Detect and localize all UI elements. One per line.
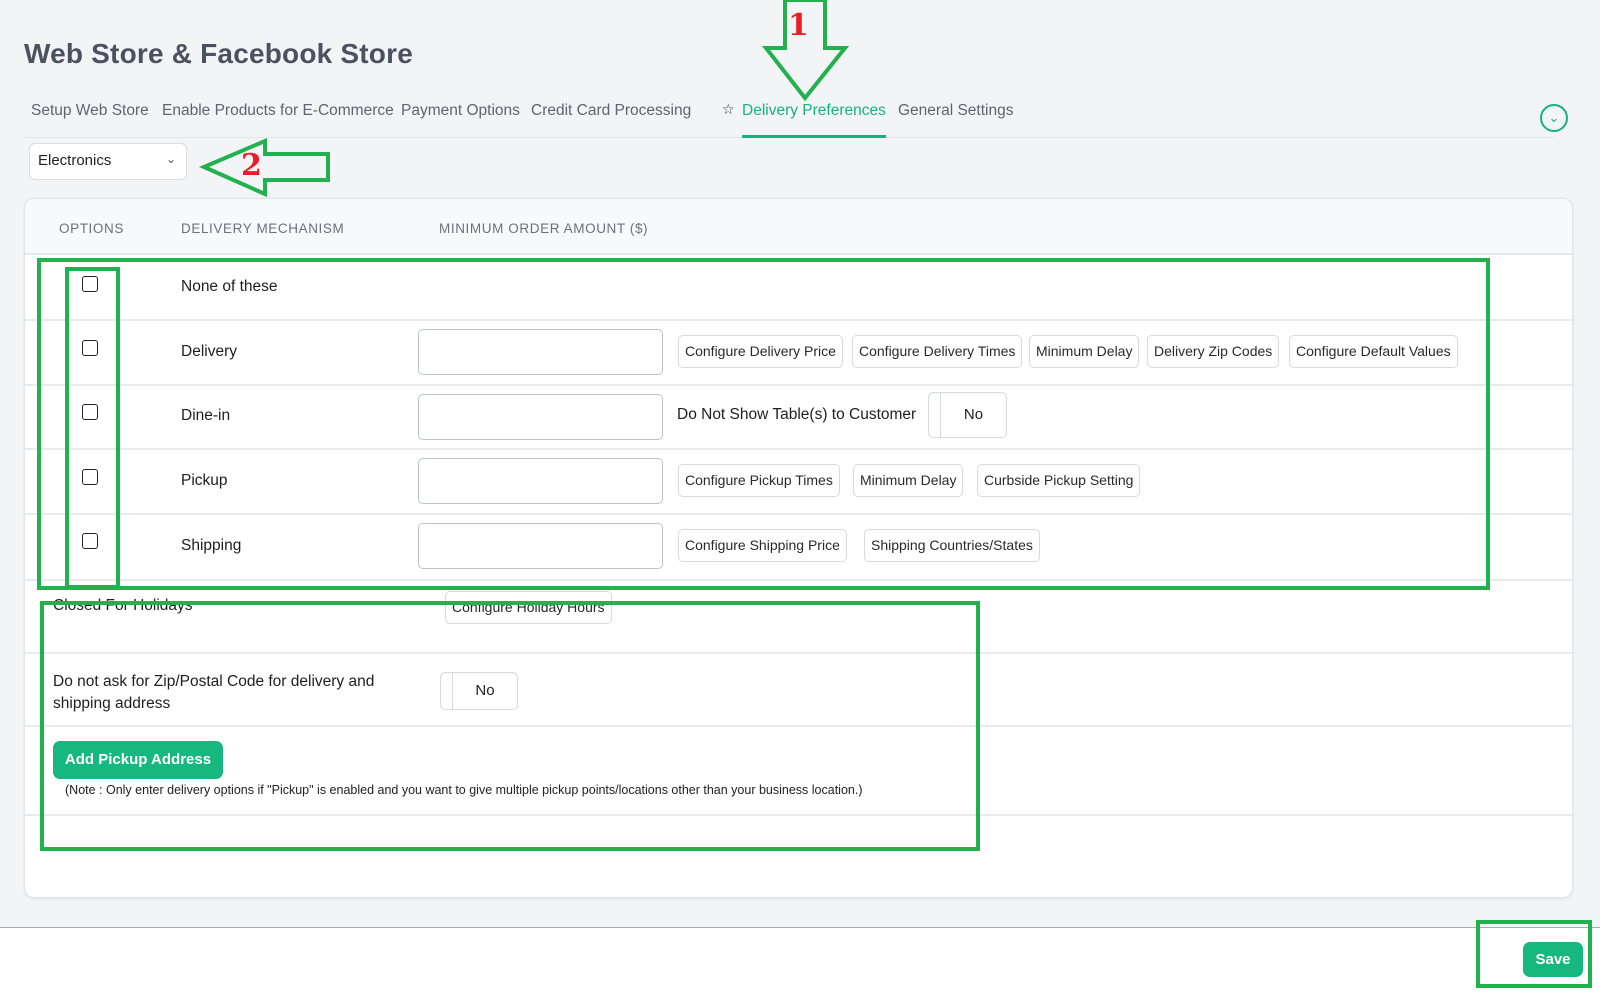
save-button[interactable]: Save xyxy=(1523,942,1583,977)
header-options: OPTIONS xyxy=(59,221,124,236)
checkbox-pickup[interactable] xyxy=(82,469,98,485)
configure-default-values-button[interactable]: Configure Default Values xyxy=(1289,335,1458,368)
configure-shipping-price-button[interactable]: Configure Shipping Price xyxy=(678,529,847,562)
toggle-knob xyxy=(441,673,453,709)
table-row-dine-in: Dine-in Do Not Show Table(s) to Customer… xyxy=(25,386,1572,450)
table-row-none: None of these xyxy=(25,255,1572,321)
hide-tables-label: Do Not Show Table(s) to Customer xyxy=(677,406,917,423)
toggle-label: No xyxy=(475,682,495,699)
curbside-pickup-setting-button[interactable]: Curbside Pickup Setting xyxy=(977,464,1141,497)
minimum-delay-button[interactable]: Minimum Delay xyxy=(853,464,964,497)
checkbox-delivery[interactable] xyxy=(82,340,98,356)
zip-setting-toggle[interactable]: No xyxy=(440,672,518,710)
arrow-left-shape xyxy=(198,137,330,198)
mechanism-label: Dine-in xyxy=(181,407,231,424)
checkbox-dine-in[interactable] xyxy=(82,404,98,420)
dine-in-min-amount-input[interactable] xyxy=(418,394,663,440)
table-row-delivery: Delivery Configure Delivery Price Config… xyxy=(25,321,1572,386)
table-row-shipping: Shipping Configure Shipping Price Shippi… xyxy=(25,515,1572,581)
zip-setting-row: Do not ask for Zip/Postal Code for deliv… xyxy=(25,654,1572,727)
category-select-value: Electronics xyxy=(38,152,112,169)
chevron-down-icon: ⌄ xyxy=(1548,110,1560,125)
holidays-row: Closed For Holidays Configure Holiday Ho… xyxy=(25,581,1572,654)
zip-setting-label: Do not ask for Zip/Postal Code for deliv… xyxy=(53,671,374,715)
tab-delivery-preferences[interactable]: Delivery Preferences xyxy=(742,102,886,138)
star-icon[interactable]: ☆ xyxy=(722,101,735,118)
header-minimum-order-amount: MINIMUM ORDER AMOUNT ($) xyxy=(439,221,649,236)
shipping-countries-states-button[interactable]: Shipping Countries/States xyxy=(864,529,1040,562)
zip-setting-label-line2: shipping address xyxy=(53,695,171,712)
hide-tables-toggle[interactable]: No xyxy=(928,392,1007,438)
delivery-zip-codes-button[interactable]: Delivery Zip Codes xyxy=(1147,335,1280,368)
shipping-min-amount-input[interactable] xyxy=(418,523,663,569)
mechanism-label: Pickup xyxy=(181,472,228,489)
tab-bar: Setup Web Store Enable Products for E-Co… xyxy=(24,96,1554,138)
minimum-delay-button[interactable]: Minimum Delay xyxy=(1029,335,1140,368)
mechanism-label: Shipping xyxy=(181,537,242,554)
tab-enable-products[interactable]: Enable Products for E-Commerce xyxy=(162,102,394,138)
delivery-min-amount-input[interactable] xyxy=(418,329,663,375)
arrow-down-shape xyxy=(761,0,850,102)
tab-payment-options[interactable]: Payment Options xyxy=(401,102,520,138)
footer-bar: Save xyxy=(0,927,1600,992)
tab-general-settings[interactable]: General Settings xyxy=(898,102,1013,138)
configure-holiday-hours-button[interactable]: Configure Holiday Hours xyxy=(445,591,612,624)
header-delivery-mechanism: DELIVERY MECHANISM xyxy=(181,221,345,236)
closed-for-holidays-label: Closed For Holidays xyxy=(53,597,193,614)
table-row-pickup: Pickup Configure Pickup Times Minimum De… xyxy=(25,450,1572,515)
pickup-address-row: Add Pickup Address (Note : Only enter de… xyxy=(25,727,1572,816)
tab-setup-web-store[interactable]: Setup Web Store xyxy=(31,102,149,138)
configure-delivery-times-button[interactable]: Configure Delivery Times xyxy=(852,335,1023,368)
page-title: Web Store & Facebook Store xyxy=(24,38,413,69)
pickup-address-note: (Note : Only enter delivery options if "… xyxy=(65,783,863,797)
checkbox-none[interactable] xyxy=(82,276,98,292)
configure-pickup-times-button[interactable]: Configure Pickup Times xyxy=(678,464,840,497)
add-pickup-address-button[interactable]: Add Pickup Address xyxy=(53,741,223,779)
collapse-button[interactable]: ⌄ xyxy=(1540,104,1568,132)
pickup-min-amount-input[interactable] xyxy=(418,458,663,504)
mechanism-label: Delivery xyxy=(181,343,237,360)
delivery-options-card: OPTIONS DELIVERY MECHANISM MINIMUM ORDER… xyxy=(24,198,1573,898)
annotation-number-2: 2 xyxy=(241,148,262,183)
configure-delivery-price-button[interactable]: Configure Delivery Price xyxy=(678,335,843,368)
checkbox-shipping[interactable] xyxy=(82,533,98,549)
category-select[interactable]: Electronics ⌄ xyxy=(29,143,187,180)
tab-credit-card-processing[interactable]: Credit Card Processing xyxy=(531,102,691,138)
chevron-down-icon: ⌄ xyxy=(165,152,176,166)
mechanism-label: None of these xyxy=(181,278,278,295)
toggle-label: No xyxy=(963,406,984,423)
annotation-number-1: 1 xyxy=(788,8,809,43)
zip-setting-label-line1: Do not ask for Zip/Postal Code for deliv… xyxy=(53,673,375,690)
toggle-knob xyxy=(929,393,941,437)
table-header: OPTIONS DELIVERY MECHANISM MINIMUM ORDER… xyxy=(25,199,1572,255)
